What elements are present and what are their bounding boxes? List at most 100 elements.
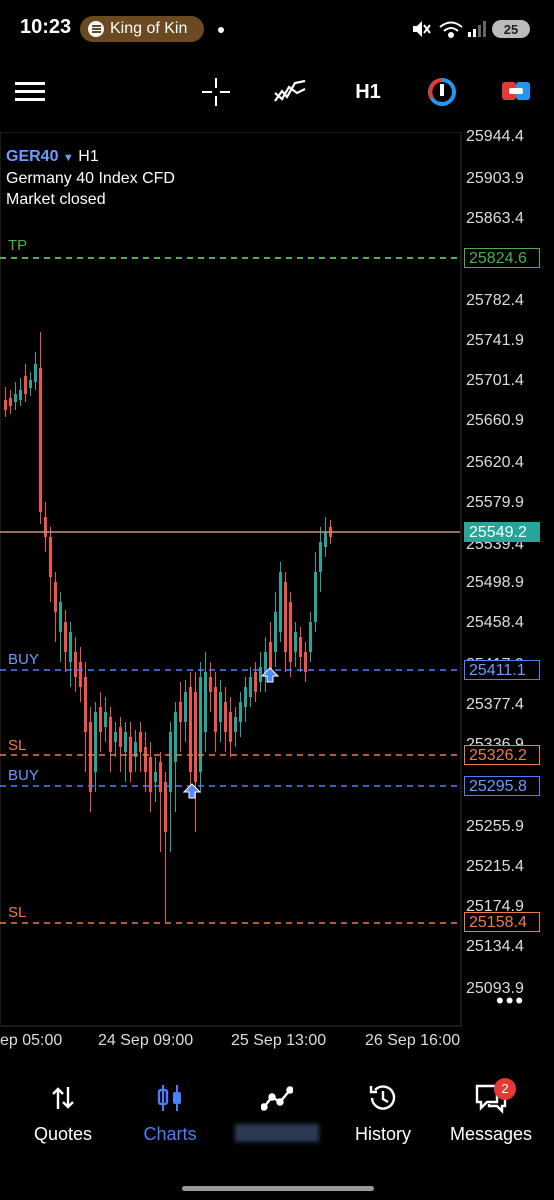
price-axis-label: 25579.9 [466,494,524,511]
candle [184,692,187,722]
status-icons [413,21,486,38]
candle [164,782,167,832]
tp-price-tag: 25824.6 [464,248,540,268]
candle [149,757,152,792]
candle [284,582,287,652]
nav-trade[interactable] [222,1078,332,1147]
nav-history[interactable]: History [328,1078,438,1145]
candle [169,732,172,792]
sl-price-tag-2: 25158.4 [464,912,540,932]
signal-icon [468,21,486,37]
nav-messages[interactable]: Messages [436,1078,546,1145]
nav-charts[interactable]: Charts [115,1078,225,1145]
candle [104,712,107,727]
candle [279,572,282,632]
candle [79,662,82,687]
buy-label-1: BUY [8,651,39,668]
candle [259,667,262,682]
candle [24,376,27,394]
price-axis-label: 25782.4 [466,292,524,309]
price-axis-label: 25134.4 [466,938,524,955]
mute-icon [413,21,431,37]
price-axis-label: 25255.9 [466,818,524,835]
candle [124,732,127,752]
candle [209,677,212,692]
menu-icon[interactable] [12,74,48,110]
candle [9,398,12,406]
quotes-icon [8,1078,118,1118]
more-options-icon[interactable]: ••• [496,990,525,1012]
candle [159,762,162,792]
symbol-name: GER40 [6,148,59,165]
candle [59,602,62,632]
price-axis-label: 25215.4 [466,858,524,875]
status-time: 10:23 [20,16,72,38]
candle [144,747,147,772]
messages-icon [436,1078,546,1118]
price-axis-label: 25620.4 [466,454,524,471]
candle [154,772,157,782]
candle [314,572,317,622]
nav-quotes[interactable]: Quotes [8,1078,118,1145]
time-label: 25 Sep 13:00 [231,1032,327,1049]
candle [99,707,102,732]
price-axis-label: 25944.4 [466,128,524,145]
candle [29,380,32,388]
candle [39,368,42,512]
candle [239,702,242,722]
one-click-trading-icon[interactable] [424,74,460,110]
price-axis-label: 25660.9 [466,412,524,429]
chevron-down-icon: ▼ [62,152,74,164]
candle [89,722,92,792]
price-axis-label: 25741.9 [466,332,524,349]
symbol-header[interactable]: GER40 ▼ H1 [6,148,99,166]
battery-indicator: 25 [492,20,530,38]
crosshair-icon[interactable] [198,74,234,110]
now-playing-title: King of Kin [110,20,188,37]
candle [294,632,297,652]
indicators-icon[interactable] [272,74,308,110]
candle [304,652,307,672]
price-axis-label: 25377.4 [466,696,524,713]
candle [44,517,47,537]
price-axis-label: 25701.4 [466,372,524,389]
candle [129,737,132,772]
symbol-timeframe: H1 [78,148,99,165]
candle [269,642,272,672]
history-icon [328,1078,438,1118]
notification-dot [218,27,224,33]
candle [309,622,312,652]
candle [289,602,292,662]
home-indicator[interactable] [182,1186,374,1191]
spotify-icon [88,21,104,37]
sl-label-1: SL [8,737,27,754]
candle [119,727,122,747]
candle [224,702,227,732]
candle [274,612,277,652]
price-axis-label: 25903.9 [466,170,524,187]
buy-label-2: BUY [8,767,39,784]
candle [254,672,257,692]
messages-badge: 2 [494,1078,516,1100]
candlesticks [4,332,332,922]
candle [74,652,77,677]
candle [19,390,22,400]
nav-trade-label [222,1124,332,1147]
candle [64,622,67,652]
timeframe-button[interactable]: H1 [348,74,388,110]
time-label: 26 Sep 16:00 [365,1032,461,1049]
candle [4,400,7,410]
candle [84,677,87,732]
candle [14,394,17,402]
now-playing-pill[interactable]: King of Kin [80,16,204,42]
candle [189,687,192,772]
candle [204,672,207,732]
nav-quotes-label: Quotes [33,1124,93,1144]
candle [229,712,232,742]
market-status: Market closed [6,191,106,208]
charts-icon [115,1078,225,1118]
wifi-icon [439,21,463,38]
time-label: ep 05:00 [0,1032,63,1049]
trade-icon[interactable] [498,74,534,110]
current-price-tag: 25549.2 [464,522,540,542]
